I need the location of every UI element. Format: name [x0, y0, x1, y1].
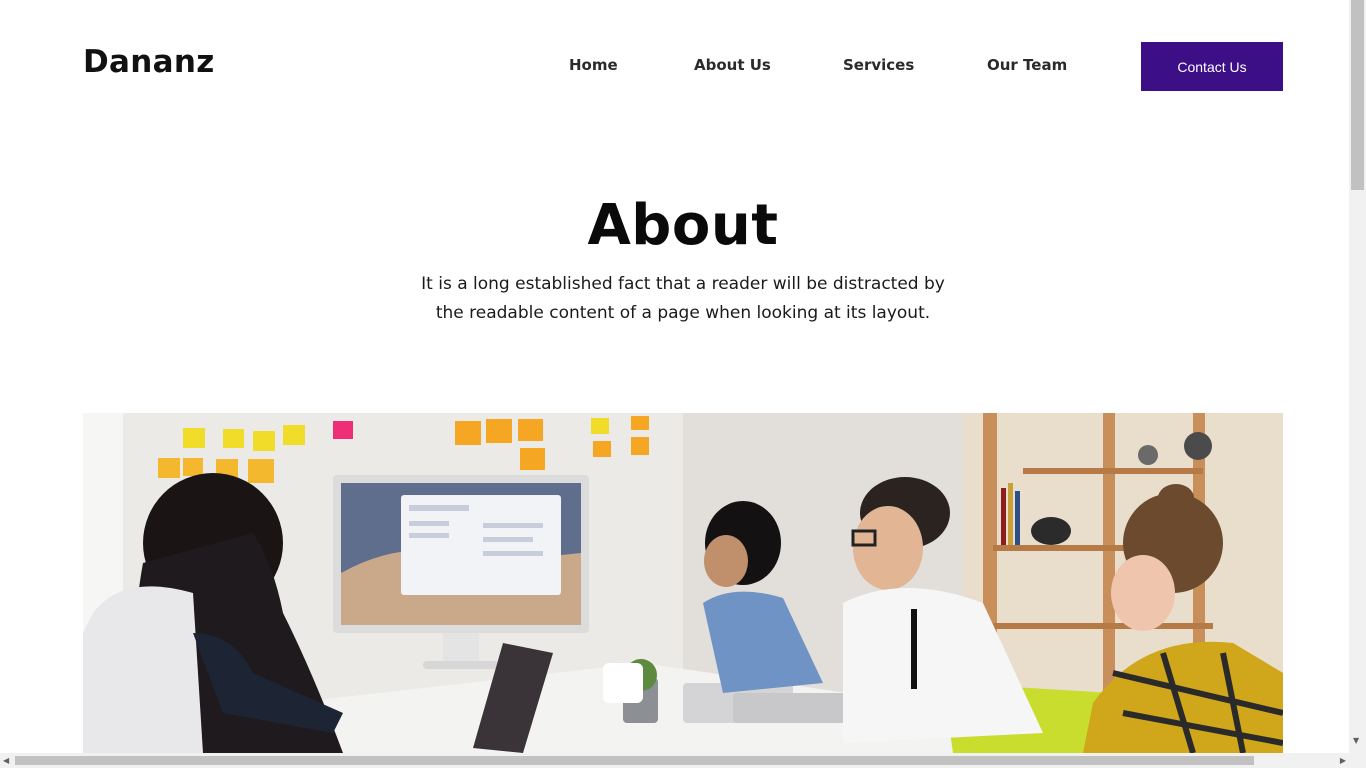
vertical-scrollbar-thumb[interactable] [1351, 0, 1364, 190]
nav-services[interactable]: Services [843, 56, 914, 74]
site-logo[interactable]: Dananz [83, 44, 215, 80]
page-title: About [587, 193, 779, 258]
hero-description-line-2: the readable content of a page when look… [435, 303, 931, 323]
team-meeting-photo [83, 413, 1283, 753]
hero-description: It is a long established fact that a rea… [393, 270, 973, 328]
vertical-scrollbar[interactable]: ▼ [1349, 0, 1366, 753]
triangle-right-icon[interactable]: ▶ [1340, 757, 1346, 765]
contact-us-button[interactable]: Contact Us [1141, 42, 1283, 91]
triangle-left-icon[interactable]: ◀ [3, 757, 9, 765]
site-header: Dananz Home About Us Services Our Team C… [0, 0, 1349, 132]
hero-description-line-1: It is a long established fact that a rea… [421, 274, 945, 294]
horizontal-scrollbar[interactable]: ◀ ▶ [0, 753, 1366, 768]
page: Dananz Home About Us Services Our Team C… [0, 0, 1349, 753]
triangle-down-icon[interactable]: ▼ [1353, 737, 1359, 745]
nav-about-us[interactable]: About Us [694, 56, 771, 74]
nav-home[interactable]: Home [569, 56, 618, 74]
nav-our-team[interactable]: Our Team [987, 56, 1067, 74]
horizontal-scrollbar-thumb[interactable] [15, 756, 1254, 765]
